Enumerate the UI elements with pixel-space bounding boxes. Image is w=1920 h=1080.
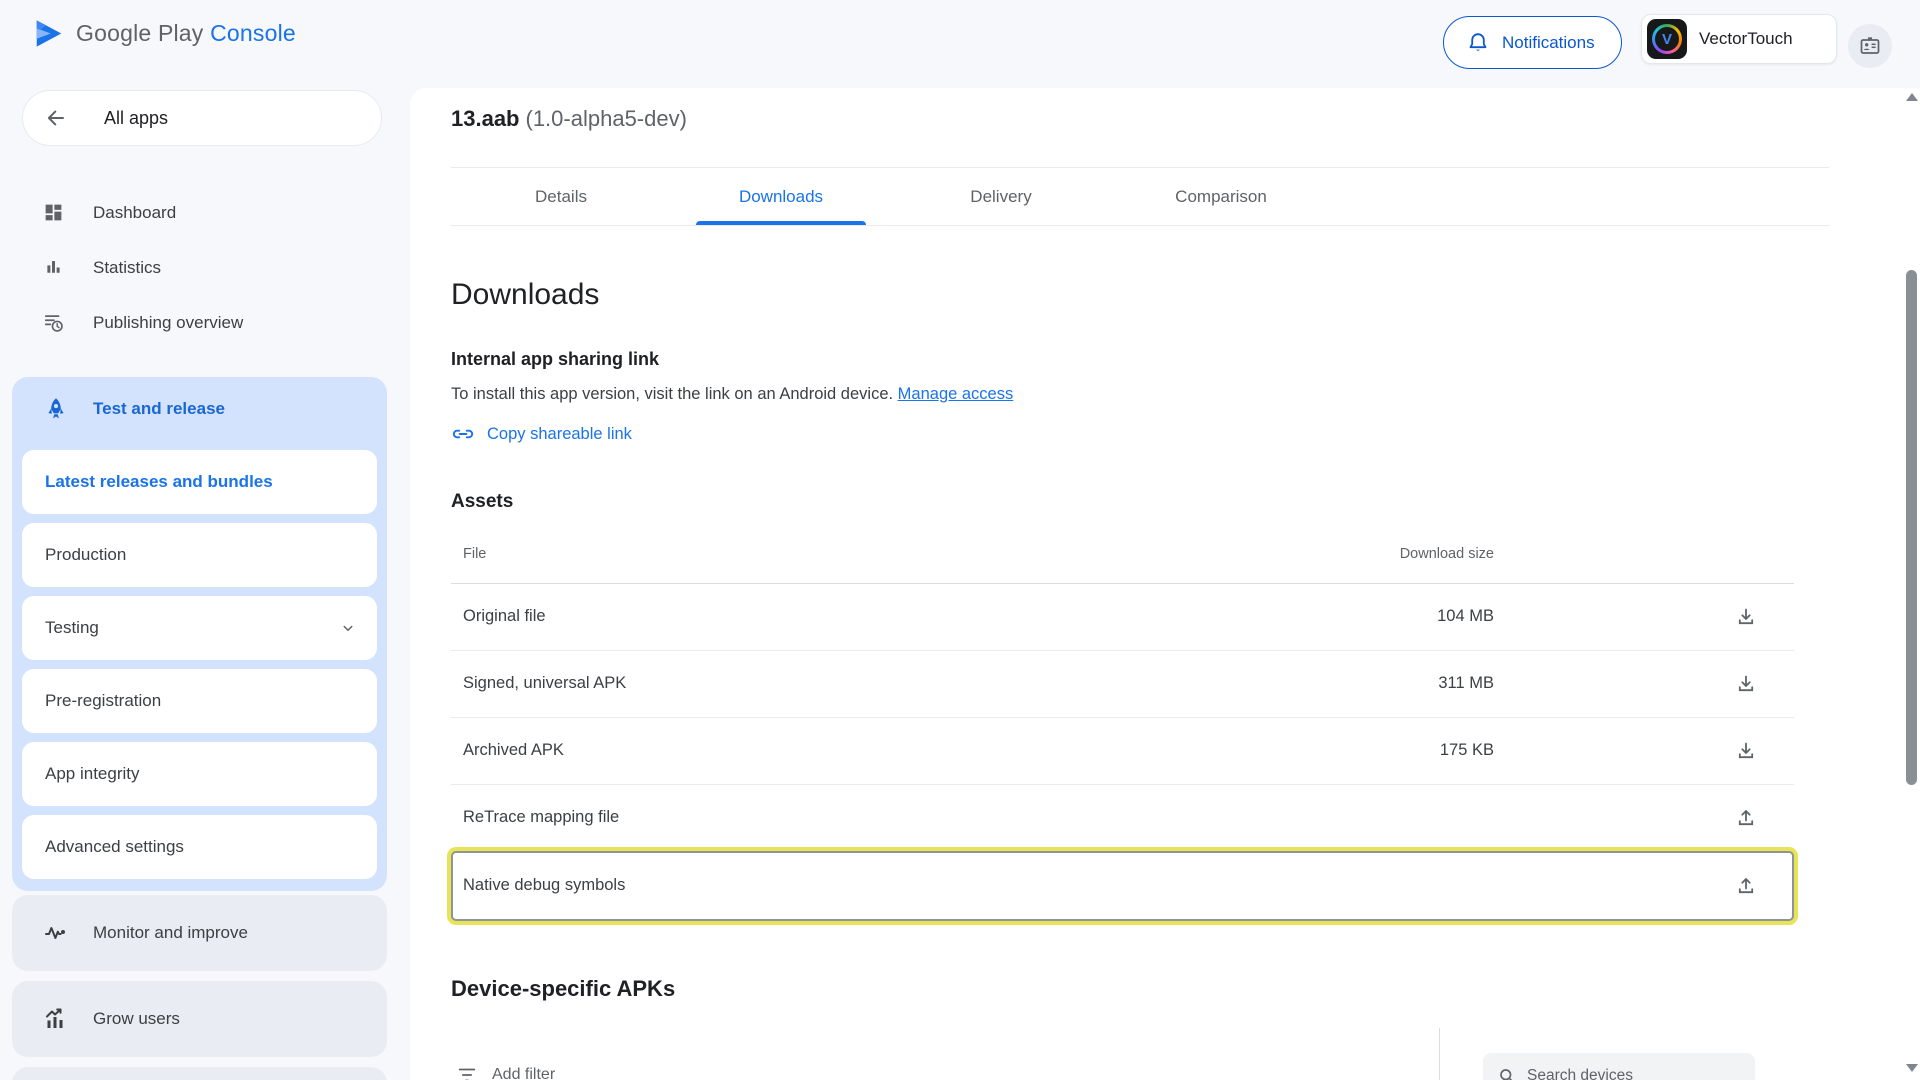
sidebar-item-grow-users[interactable]: Grow users (12, 981, 387, 1057)
link-icon (451, 422, 475, 446)
all-apps-label: All apps (104, 108, 168, 129)
grow-users-icon (43, 1007, 67, 1031)
copy-shareable-link[interactable]: Copy shareable link (451, 422, 632, 446)
all-apps-button[interactable]: All apps (22, 90, 382, 146)
sidebar-item-test-and-release[interactable]: Test and release (12, 377, 387, 441)
search-icon (1497, 1066, 1517, 1080)
sidebar-item-production[interactable]: Production (22, 523, 377, 587)
tab-bar: Details Downloads Delivery Comparison (451, 168, 1829, 226)
app-icon-letter: V (1655, 27, 1679, 51)
filter-icon (456, 1064, 478, 1080)
column-download-size: Download size (1400, 546, 1494, 562)
internal-sharing-body: To install this app version, visit the l… (451, 385, 1013, 404)
page-title: 13.aab(1.0-alpha5-dev) (451, 106, 687, 132)
app-logo: Google Play Console (35, 18, 296, 49)
download-icon (1734, 605, 1758, 629)
publishing-overview-icon (43, 312, 65, 334)
tab-details[interactable]: Details (451, 168, 671, 225)
badge-button[interactable] (1848, 24, 1892, 68)
sidebar-item-partial[interactable] (12, 1067, 387, 1080)
table-row-retrace-mapping: ReTrace mapping file (451, 785, 1794, 852)
test-and-release-section: Test and release Latest releases and bun… (12, 377, 387, 891)
back-arrow-icon (44, 106, 68, 130)
logo-text: Google Play Console (76, 20, 296, 47)
notifications-label: Notifications (1502, 33, 1595, 53)
download-icon (1734, 739, 1758, 763)
scrollbar-down-arrow[interactable] (1906, 1064, 1918, 1072)
device-apks-heading: Device-specific APKs (451, 976, 675, 1002)
app-icon: V (1647, 19, 1687, 59)
content-panel: 13.aab(1.0-alpha5-dev) Details Downloads… (410, 88, 1920, 1080)
search-input[interactable] (1527, 1067, 1727, 1080)
monitor-icon (43, 921, 67, 945)
assets-table-header: File Download size (451, 543, 1794, 584)
sidebar-item-statistics[interactable]: Statistics (0, 240, 410, 295)
internal-sharing-heading: Internal app sharing link (451, 349, 659, 370)
play-logo-icon (35, 18, 63, 49)
scrollbar-up-arrow[interactable] (1906, 93, 1918, 101)
device-search[interactable] (1483, 1053, 1755, 1080)
bell-icon (1466, 31, 1490, 55)
upload-button[interactable] (1726, 866, 1766, 906)
download-button[interactable] (1726, 597, 1766, 637)
tab-comparison[interactable]: Comparison (1111, 168, 1331, 225)
download-icon (1734, 672, 1758, 696)
downloads-heading: Downloads (451, 278, 599, 312)
sidebar-item-publishing-overview[interactable]: Publishing overview (0, 295, 410, 350)
account-chip[interactable]: V VectorTouch (1641, 14, 1837, 64)
upload-icon (1734, 806, 1758, 830)
active-tab-indicator (696, 221, 866, 225)
tab-delivery[interactable]: Delivery (891, 168, 1111, 225)
upload-icon (1734, 874, 1758, 898)
table-row-signed-apk: Signed, universal APK 311 MB (451, 651, 1794, 718)
sidebar-item-testing[interactable]: Testing (22, 596, 377, 660)
rocket-icon (43, 396, 69, 422)
top-bar: Google Play Console Notifications V Vect… (0, 0, 1920, 72)
account-name: VectorTouch (1699, 29, 1793, 49)
sidebar-item-advanced-settings[interactable]: Advanced settings (22, 815, 377, 879)
statistics-icon (43, 257, 64, 278)
table-row-native-debug-symbols-highlighted: Native debug symbols (451, 851, 1794, 921)
sidebar-item-pre-registration[interactable]: Pre-registration (22, 669, 377, 733)
sidebar: All apps Dashboard Statistics Publishing… (0, 72, 410, 1080)
table-row-archived-apk: Archived APK 175 KB (451, 718, 1794, 785)
sidebar-item-latest-releases[interactable]: Latest releases and bundles (22, 450, 377, 514)
tab-downloads[interactable]: Downloads (671, 168, 891, 225)
notifications-button[interactable]: Notifications (1443, 16, 1622, 69)
scrollbar (1903, 85, 1920, 1080)
sidebar-item-monitor-and-improve[interactable]: Monitor and improve (12, 895, 387, 971)
upload-button[interactable] (1726, 798, 1766, 838)
scrollbar-thumb[interactable] (1906, 270, 1917, 785)
divider (1439, 1028, 1440, 1080)
table-row-original-file: Original file 104 MB (451, 584, 1794, 651)
id-badge-icon (1858, 34, 1882, 58)
manage-access-link[interactable]: Manage access (898, 385, 1014, 403)
sidebar-item-dashboard[interactable]: Dashboard (0, 185, 410, 240)
assets-heading: Assets (451, 491, 513, 513)
download-button[interactable] (1726, 731, 1766, 771)
chevron-down-icon[interactable] (339, 619, 357, 637)
add-filter-button[interactable]: Add filter (456, 1064, 555, 1080)
dashboard-icon (43, 202, 64, 223)
column-file: File (463, 546, 486, 562)
sidebar-item-app-integrity[interactable]: App integrity (22, 742, 377, 806)
download-button[interactable] (1726, 664, 1766, 704)
